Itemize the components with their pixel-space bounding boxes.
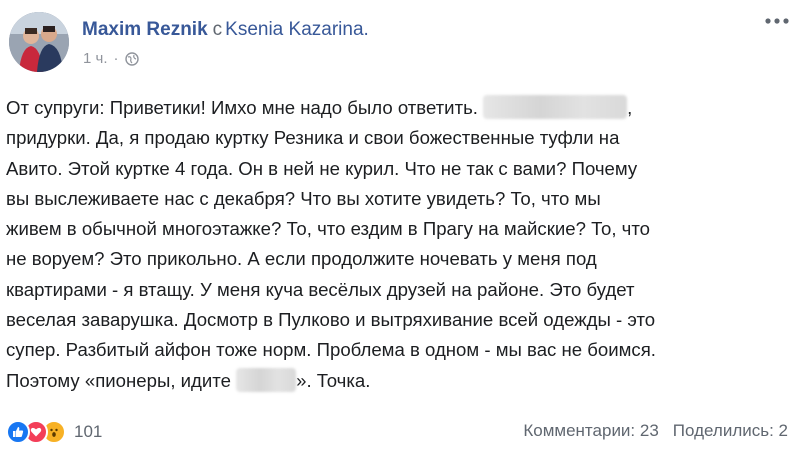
post-line: Поэтому «пионеры, идите ». Точка. <box>6 366 796 396</box>
post-line-text: вы выслеживаете нас с декабря? Что вы хо… <box>6 187 601 209</box>
post-line: супер. Разбитый айфон тоже норм. Проблем… <box>6 335 796 365</box>
facebook-post: Maxim Reznik с Ksenia Kazarina. 1 ч. · От … <box>0 0 800 469</box>
post-line: веселая заварушка. Досмотр в Пулково и в… <box>6 305 796 335</box>
post-meta: 1 ч. · <box>83 50 139 67</box>
post-line-text: веселая заварушка. Досмотр в Пулково и в… <box>6 309 656 331</box>
post-timestamp[interactable]: 1 ч. <box>83 50 108 67</box>
shares-count-link[interactable]: Поделились: 2 <box>673 421 788 441</box>
tagged-person-link[interactable]: Ksenia Kazarina. <box>225 19 369 40</box>
post-line-text: От супруги: Приветики! Имхо мне надо был… <box>6 97 478 118</box>
author-line: Maxim Reznik с Ksenia Kazarina. <box>82 19 369 41</box>
post-line: квартирами - я втащу. У меня куча весёлы… <box>6 275 796 305</box>
avatar[interactable] <box>9 12 69 72</box>
post-line: не воруем? Это прикольно. А если продолж… <box>6 244 796 274</box>
post-stats: Комментарии: 23 Поделились: 2 <box>523 421 788 441</box>
avatar-photo <box>9 12 69 72</box>
post-text: От супруги: Приветики! Имхо мне надо был… <box>6 93 796 396</box>
with-text: с <box>212 19 223 40</box>
post-line-text: , <box>627 97 633 118</box>
post-line: Авито. Этой куртке 4 года. Он в ней не к… <box>6 154 796 184</box>
post-line: придурки. Да, я продаю куртку Резника и … <box>6 123 796 153</box>
post-line-text: ». Точка. <box>296 369 371 391</box>
post-line: От супруги: Приветики! Имхо мне надо был… <box>6 93 796 123</box>
like-icon <box>6 420 30 444</box>
post-line-text: квартирами - я втащу. У меня куча весёлы… <box>6 278 635 300</box>
post-line: живем в обычной многоэтажке? То, что езд… <box>6 214 796 244</box>
post-line-text: Поэтому «пионеры, идите <box>6 369 231 391</box>
redacted-text <box>236 367 297 392</box>
meta-separator: · <box>113 50 119 67</box>
post-line-text: не воруем? Это прикольно. А если продолж… <box>6 248 597 270</box>
globe-icon[interactable] <box>124 51 139 66</box>
post-line-text: придурки. Да, я продаю куртку Резника и … <box>6 127 620 149</box>
reaction-count: 101 <box>74 422 103 441</box>
redacted-text <box>483 95 628 119</box>
reactions-summary[interactable]: 101 <box>6 420 102 444</box>
post-line-text: супер. Разбитый айфон тоже норм. Проблем… <box>6 339 656 361</box>
author-name-link[interactable]: Maxim Reznik <box>82 19 208 40</box>
comments-count-link[interactable]: Комментарии: 23 <box>523 421 658 441</box>
post-line-text: живем в обычной многоэтажке? То, что езд… <box>6 218 651 240</box>
post-line-text: Авито. Этой куртке 4 года. Он в ней не к… <box>6 157 638 179</box>
more-horizontal-icon[interactable] <box>764 12 790 32</box>
post-line: вы выслеживаете нас с декабря? Что вы хо… <box>6 184 796 214</box>
